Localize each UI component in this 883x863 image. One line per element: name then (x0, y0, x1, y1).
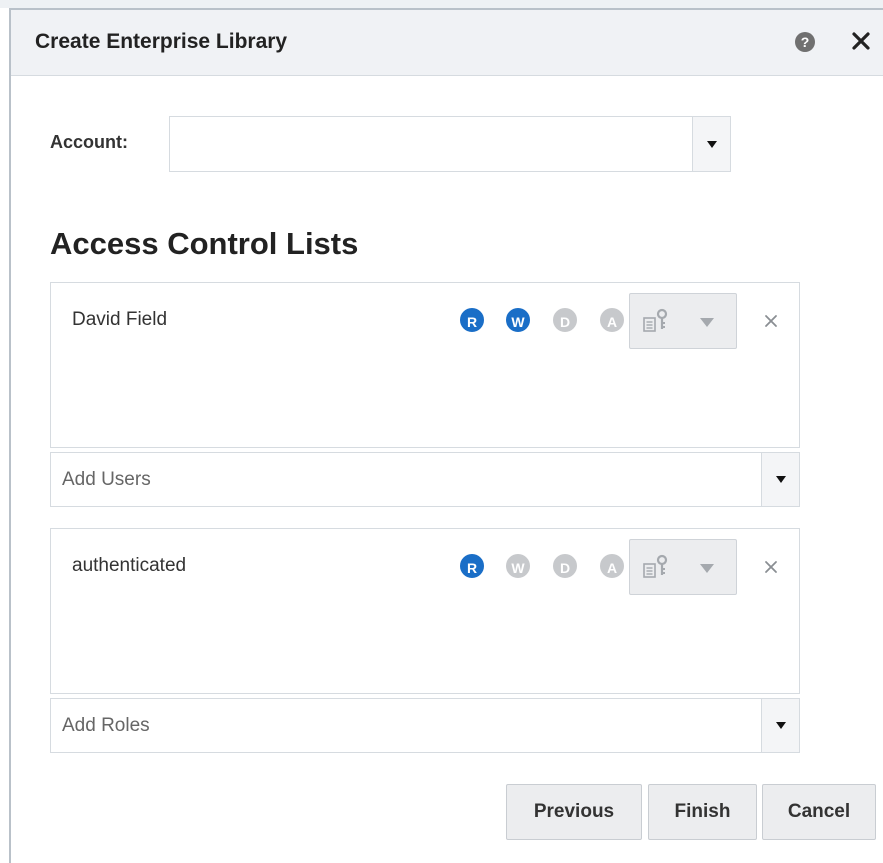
add-roles-input[interactable]: Add Roles (62, 715, 150, 737)
permission-write-icon[interactable]: W (506, 554, 530, 578)
close-icon[interactable] (849, 28, 873, 54)
add-users-combobox[interactable]: Add Users (50, 452, 800, 507)
permission-admin-icon[interactable]: A (600, 308, 624, 332)
chevron-down-icon (700, 564, 714, 573)
add-users-input[interactable]: Add Users (62, 469, 151, 491)
acl-entry-menu-button[interactable] (629, 539, 737, 595)
acl-entry-role: authenticated R W D A (65, 539, 785, 595)
background-strip (0, 0, 883, 8)
permission-admin-icon[interactable]: A (600, 554, 624, 578)
chevron-down-icon (775, 476, 786, 483)
remove-entry-icon[interactable] (761, 311, 781, 331)
account-dropdown-button[interactable] (692, 117, 730, 171)
finish-button[interactable]: Finish (648, 784, 757, 840)
add-roles-dropdown-button[interactable] (761, 699, 799, 752)
permission-read-icon[interactable]: R (460, 308, 484, 332)
key-list-icon (643, 308, 668, 332)
acl-entry-name: authenticated (72, 555, 187, 576)
create-library-dialog: Create Enterprise Library ? Account: Acc… (9, 8, 883, 863)
permission-delete-icon[interactable]: D (553, 554, 577, 578)
add-roles-combobox[interactable]: Add Roles (50, 698, 800, 753)
permission-read-icon[interactable]: R (460, 554, 484, 578)
user-acl-list: David Field R W D A (50, 282, 800, 448)
acl-entry-user: David Field R W D A (65, 293, 785, 349)
cancel-button[interactable]: Cancel (762, 784, 876, 840)
acl-entry-menu-button[interactable] (629, 293, 737, 349)
dialog-title: Create Enterprise Library (35, 30, 288, 53)
key-list-icon (643, 554, 668, 578)
dialog-titlebar: Create Enterprise Library ? (11, 10, 883, 76)
chevron-down-icon (700, 318, 714, 327)
chevron-down-icon (775, 722, 786, 729)
permission-delete-icon[interactable]: D (553, 308, 577, 332)
add-users-dropdown-button[interactable] (761, 453, 799, 506)
account-select[interactable] (169, 116, 731, 172)
screen: Create Enterprise Library ? Account: Acc… (0, 0, 883, 863)
help-icon[interactable]: ? (795, 32, 815, 52)
permission-write-icon[interactable]: W (506, 308, 530, 332)
acl-entry-name: David Field (72, 309, 168, 330)
chevron-down-icon (706, 140, 717, 148)
account-label: Account: (50, 132, 128, 152)
role-acl-list: authenticated R W D A (50, 528, 800, 694)
acl-section-title: Access Control Lists (50, 226, 359, 261)
previous-button[interactable]: Previous (506, 784, 642, 840)
remove-entry-icon[interactable] (761, 557, 781, 577)
